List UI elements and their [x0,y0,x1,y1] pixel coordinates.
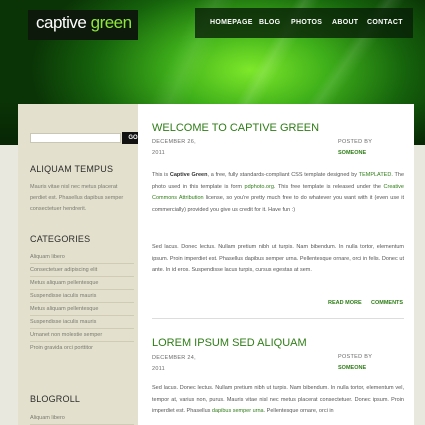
category-item[interactable]: Consectetuer adipiscing elit [30,264,134,277]
category-item[interactable]: Suspendisse iaculis mauris [30,290,134,303]
site-logo[interactable]: captive green [28,10,138,40]
categories-list: Aliquam libero Consectetuer adipiscing e… [30,251,134,355]
intro-strong: Captive Green [169,172,208,178]
main-content: WELCOME TO CAPTIVE GREEN DECEMBER 26, 20… [138,104,414,425]
body-text: . Pellentesque ornare, orci in [263,408,334,414]
logo-word-2: green [90,13,132,32]
post-body-paragraph: Sed lacus. Donec lectus. Nullam pretium … [152,244,404,273]
post-author-link[interactable]: SOMEONE [338,150,366,156]
post-title[interactable]: WELCOME TO CAPTIVE GREEN [152,122,319,134]
nav-photos[interactable]: PHOTOS [291,19,322,26]
post-intro-paragraph: This is Captive Green, a free, fully sta… [152,170,404,216]
post-date: DECEMBER 24, 2011 [152,355,196,372]
intro-text: . This free template is released under t… [273,183,384,190]
nav-about[interactable]: ABOUT [332,19,358,26]
sidebar-blogroll-title: BLOGROLL [30,394,81,404]
main-nav: HOMEPAGE BLOG PHOTOS ABOUT CONTACT [195,8,413,38]
post-divider [152,318,404,319]
post-body-paragraph: Sed lacus. Donec lectus. Nullam pretium … [152,383,404,418]
intro-text: This is [152,172,170,178]
pdphoto-link[interactable]: pdphoto.org [245,184,274,190]
read-more-link[interactable]: READ MORE [328,300,362,306]
nav-blog[interactable]: BLOG [259,19,280,26]
logo-word-1: captive [36,13,87,32]
logo-text: captive green [36,13,132,33]
category-item[interactable]: Proin gravida orci porttitor [30,342,134,355]
nav-homepage[interactable]: HOMEPAGE [210,19,253,26]
post-author-link[interactable]: SOMEONE [338,365,366,371]
posted-by-label: POSTED BY [338,139,373,145]
posted-by-label: POSTED BY [338,354,373,360]
templated-link[interactable]: TEMPLATED [359,172,392,178]
intro-text: , a free, fully standards-compliant CSS … [207,172,359,178]
search-input[interactable] [30,133,121,143]
nav-contact[interactable]: CONTACT [367,19,403,26]
category-item[interactable]: Aliquam libero [30,251,134,264]
category-item[interactable]: Suspendisse iaculis mauris [30,316,134,329]
post-title[interactable]: LOREM IPSUM SED ALIQUAM [152,337,307,349]
blogroll-item[interactable]: Aliquam libero [30,412,134,425]
category-item[interactable]: Metus aliquam pellentesque [30,277,134,290]
post-date: DECEMBER 26, 2011 [152,139,196,156]
dapibus-link[interactable]: dapibus semper urna [212,408,264,414]
comments-link[interactable]: COMMENTS [371,300,403,306]
sidebar-about-text: Mauris vitae nisl nec metus placerat per… [30,184,124,212]
sidebar: GO ALIQUAM TEMPUS Mauris vitae nisl nec … [18,104,144,425]
category-item[interactable]: Urnanet non molestie semper [30,329,134,342]
blogroll-list: Aliquam libero [30,412,134,425]
category-item[interactable]: Metus aliquam pellentesque [30,303,134,316]
sidebar-categories-title: CATEGORIES [30,234,91,244]
sidebar-about-title: ALIQUAM TEMPUS [30,164,114,174]
